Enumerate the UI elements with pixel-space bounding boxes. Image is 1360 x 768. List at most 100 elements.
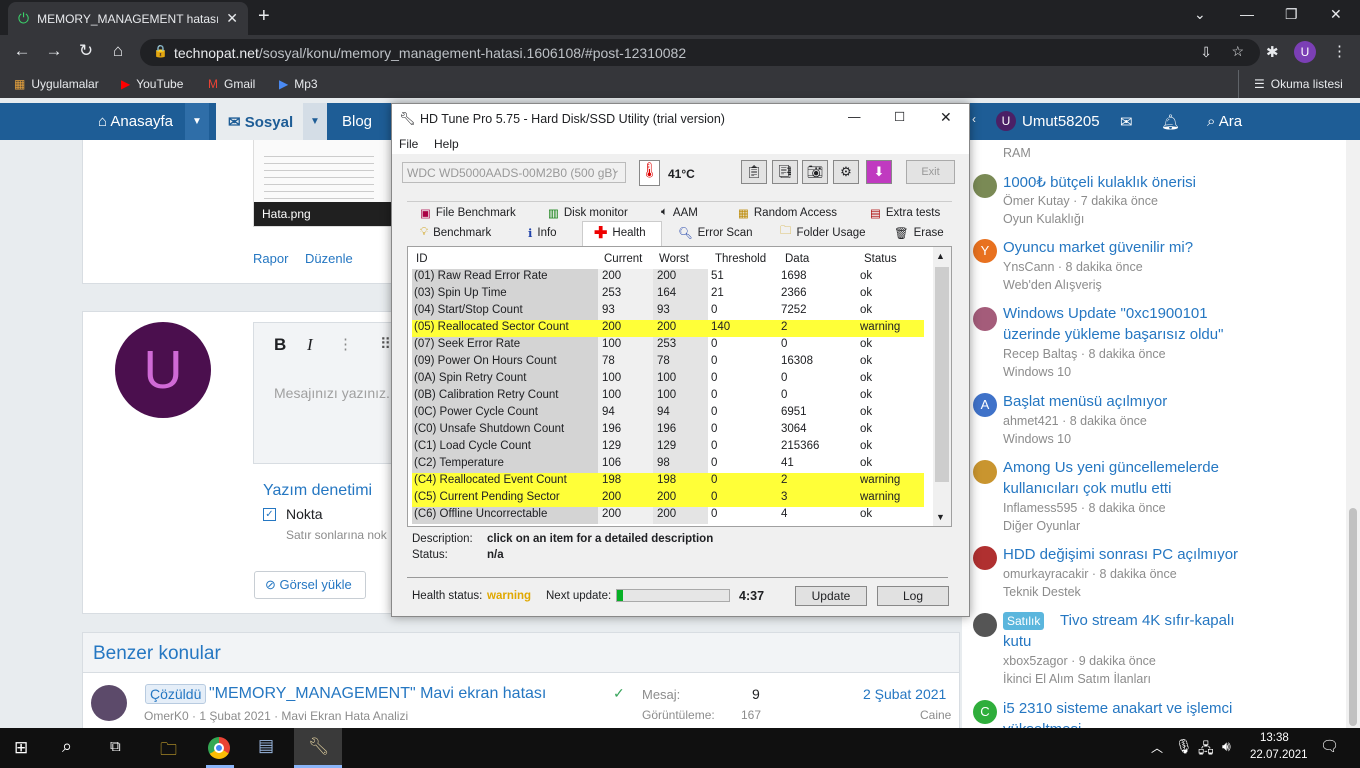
sidebar-thread-title[interactable]: Among Us yeni güncellemelerde kullanıcıl… [1003, 457, 1243, 499]
sidebar-thread-title[interactable]: Tivo stream 4K sıfır-kapalı kutu [1003, 610, 1253, 652]
file-explorer-icon[interactable]: 🗀 [160, 737, 177, 766]
tab-aam[interactable]: 🔈︎ AAM [661, 203, 698, 222]
col-status[interactable]: Status [864, 253, 897, 265]
tab-file-benchmark[interactable]: ▣ File Benchmark [420, 203, 516, 222]
reading-list[interactable]: ☰ Okuma listesi [1254, 77, 1343, 91]
col-current[interactable]: Current [604, 253, 642, 265]
drive-select[interactable]: WDC WD5000AADS-00M2B0 (500 gB) ⌄ [402, 162, 626, 183]
home-button[interactable]: ⌂ [106, 41, 130, 61]
thread-last-date[interactable]: 2 Şubat 2021 [863, 686, 946, 702]
network-icon[interactable]: 🖧 [1198, 738, 1214, 762]
tab-health[interactable]: ✚ Health [594, 223, 646, 242]
page-scrollbar[interactable] [1346, 140, 1360, 728]
bookmark-gmail[interactable]: M Gmail [208, 77, 255, 91]
col-worst[interactable]: Worst [659, 253, 689, 265]
table-row[interactable]: (0A) Spin Retry Count 100 100 0 0 ok [412, 371, 924, 388]
bookmark-apps[interactable]: ▦ Uygulamalar [14, 77, 99, 91]
nav-social-dropdown[interactable]: ▼ [303, 103, 327, 140]
hdtune-close[interactable]: ✕ [940, 109, 952, 126]
table-row[interactable]: (C2) Temperature 106 98 0 41 ok [412, 456, 924, 473]
tab-extra-tests[interactable]: ▤ Extra tests [870, 203, 940, 222]
task-view-icon[interactable]: ⧉ [110, 738, 121, 755]
inbox-icon[interactable]: ✉ [1120, 113, 1133, 131]
reload-button[interactable]: ↻ [74, 41, 98, 61]
user-avatar[interactable]: U [996, 111, 1016, 131]
copy-info-icon[interactable]: 📋︎ [741, 160, 767, 184]
menu-file[interactable]: File [399, 137, 418, 151]
windows-start-icon[interactable]: ⊞ [14, 738, 28, 758]
tab-disk-monitor[interactable]: ▥ Disk monitor [548, 203, 628, 222]
page-scrollbar-thumb[interactable] [1349, 508, 1357, 726]
col-id[interactable]: ID [416, 253, 428, 265]
col-data[interactable]: Data [785, 253, 809, 265]
table-row[interactable]: (01) Raw Read Error Rate 200 200 51 1698 ok [412, 269, 924, 286]
nav-social[interactable]: ✉ Sosyal [228, 113, 293, 131]
close-tab-icon[interactable]: ✕ [226, 10, 238, 27]
tab-benchmark[interactable]: 💡︎ Benchmark [420, 223, 491, 242]
sidebar-thread-title[interactable]: HDD değişimi sonrası PC açılmıyor [1003, 544, 1333, 565]
table-row[interactable]: (C5) Current Pending Sector 200 200 0 3 warni… [412, 490, 924, 507]
bookmark-star-icon[interactable]: ☆ [1231, 43, 1244, 60]
edit-link[interactable]: Düzenle [305, 251, 353, 266]
bookmark-youtube[interactable]: ▶ YouTube [121, 77, 183, 91]
nav-username[interactable]: Umut58205 [1022, 113, 1100, 130]
report-link[interactable]: Rapor [253, 251, 288, 266]
sidebar-thread-title[interactable]: Oyuncu market güvenilir mi? [1003, 237, 1333, 258]
table-row[interactable]: (04) Start/Stop Count 93 93 0 7252 ok [412, 303, 924, 320]
forward-button[interactable]: → [42, 41, 66, 61]
tray-chevron-icon[interactable]: ︿ [1151, 739, 1163, 756]
sidebar-thread-title[interactable]: Windows Update "0xc1900101 üzerinde yükl… [1003, 303, 1253, 345]
nav-blog[interactable]: Blog [342, 113, 372, 130]
bookmark-mp3[interactable]: ▶ Mp3 [279, 77, 318, 91]
hdtune-minimize[interactable]: — [848, 110, 861, 124]
clock-time[interactable]: 13:38 [1260, 732, 1289, 744]
spellcheck-checkbox[interactable]: ✓ [263, 508, 276, 521]
table-row[interactable]: (03) Spin Up Time 253 164 21 2366 ok [412, 286, 924, 303]
exit-button[interactable]: Exit [906, 160, 955, 184]
col-threshold[interactable]: Threshold [715, 253, 766, 265]
copy-all-icon[interactable]: 📑︎ [772, 160, 798, 184]
bold-button[interactable]: B [274, 335, 286, 355]
table-row[interactable]: (C1) Load Cycle Count 129 129 0 215366 ok [412, 439, 924, 456]
table-row[interactable]: (05) Reallocated Sector Count 200 200 140 2 w… [412, 320, 924, 337]
sidebar-thread-title[interactable]: i5 2310 sisteme anakart ve işlemci yükse… [1003, 698, 1263, 728]
nav-home[interactable]: ⌂ Anasayfa [98, 113, 173, 130]
upload-image-button[interactable]: ⊘ Görsel yükle [254, 571, 366, 599]
close-window-button[interactable]: ✕ [1330, 6, 1342, 23]
app-icon[interactable]: ▤ [258, 736, 274, 756]
menu-icon[interactable]: ⋮ [1332, 42, 1347, 60]
table-row[interactable]: (0B) Calibration Retry Count 100 100 0 0 ok [412, 388, 924, 405]
table-row[interactable]: (C6) Offline Uncorrectable 200 200 0 4 ok [412, 507, 924, 524]
address-bar[interactable]: 🔒 technopat.net/sosyal/konu/memory_manag… [140, 39, 1260, 66]
scroll-up-icon[interactable]: ▲ [936, 251, 945, 261]
more-options-icon[interactable]: ⋮ [338, 335, 353, 353]
back-button[interactable]: ← [10, 41, 34, 61]
notification-icon[interactable]: 🗨︎ [1320, 737, 1339, 755]
tab-error-scan[interactable]: 🔍︎ Error Scan [678, 223, 753, 242]
sidebar-thread-title[interactable]: 1000₺ bütçeli kulaklık önerisi [1003, 172, 1333, 193]
sidebar-thread-title[interactable]: Başlat menüsü açılmıyor [1003, 391, 1333, 412]
extensions-icon[interactable]: ✱ [1266, 43, 1279, 61]
profile-avatar[interactable]: U [1294, 41, 1316, 63]
table-row[interactable]: (0C) Power Cycle Count 94 94 0 6951 ok [412, 405, 924, 422]
nav-home-dropdown[interactable]: ▼ [185, 103, 209, 140]
log-button[interactable]: Log [877, 586, 949, 606]
list-icon[interactable]: ⠿ [380, 335, 391, 353]
clock-date[interactable]: 22.07.2021 [1250, 749, 1308, 761]
menu-help[interactable]: Help [434, 137, 459, 151]
attachment-thumbnail[interactable]: Hata.png [253, 140, 393, 227]
minimize-button[interactable]: — [1240, 6, 1254, 22]
search-icon[interactable]: ⌕ [62, 736, 72, 757]
options-icon[interactable]: ⚙ [833, 160, 859, 184]
restore-button[interactable]: ❐ [1285, 6, 1298, 23]
scroll-down-icon[interactable]: ▼ [936, 512, 945, 522]
save-icon[interactable]: ⬇ [866, 160, 892, 184]
bell-icon[interactable]: 🔔︎ [1161, 113, 1180, 131]
hdtune-taskbar-icon[interactable]: 🔧︎ [308, 737, 330, 757]
volume-icon[interactable]: 🔊︎ [1222, 738, 1231, 755]
update-button[interactable]: Update [795, 586, 867, 606]
nav-search[interactable]: ⌕ Ara [1207, 113, 1242, 130]
new-tab-button[interactable]: + [258, 5, 270, 28]
italic-button[interactable]: I [307, 335, 313, 355]
chrome-icon[interactable] [208, 737, 230, 759]
